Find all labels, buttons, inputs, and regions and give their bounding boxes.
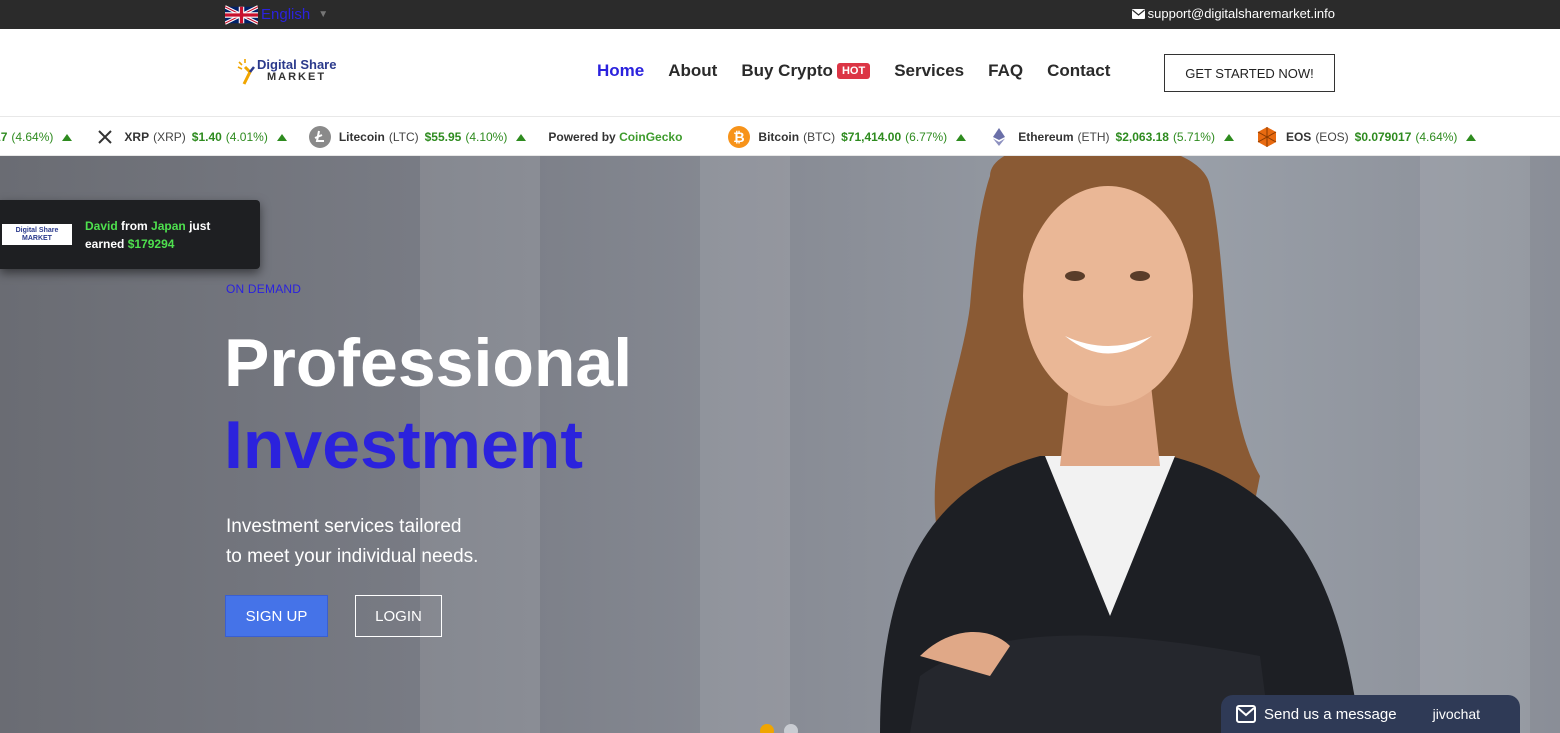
- ticker-item-ethereum[interactable]: Ethereum (ETH) $2,063.18 (5.71%): [988, 126, 1234, 148]
- toast-logo-line1: Digital Share: [15, 226, 59, 234]
- hot-badge: HOT: [836, 63, 871, 79]
- hero-person-image: [880, 156, 1360, 733]
- toast-country: Japan: [151, 219, 186, 233]
- envelope-icon: [1131, 8, 1145, 19]
- logo-text-bottom: MARKET: [267, 71, 327, 83]
- top-bar: English ▼ support@digitalsharemarket.inf…: [0, 0, 1560, 29]
- up-arrow-icon: [276, 133, 287, 141]
- earnings-notification: Digital Share MARKET David from Japan ju…: [0, 200, 260, 269]
- coin-symbol: (LTC): [388, 130, 419, 144]
- hero-title-line1: Professional: [224, 325, 633, 401]
- slider-dot[interactable]: [784, 724, 798, 733]
- hero-eyebrow: ON DEMAND: [226, 282, 302, 296]
- coin-price: $2,063.18: [1115, 130, 1169, 144]
- toast-name: David: [85, 219, 118, 233]
- coin-change: (4.10%): [465, 130, 508, 144]
- login-button[interactable]: LOGIN: [355, 595, 442, 637]
- background-window: [700, 156, 790, 733]
- ticker-powered-by[interactable]: Powered by CoinGecko: [548, 130, 706, 144]
- litecoin-icon: [308, 126, 331, 148]
- xrp-icon: [98, 130, 113, 144]
- ticker-item-eos[interactable]: EOS (EOS) $0.079017 (4.64%): [1256, 126, 1477, 148]
- coin-symbol: (EOS): [1315, 130, 1349, 144]
- coin-price: $71,414.00: [841, 130, 902, 144]
- hero-subtitle-line1: Investment services tailored: [226, 516, 462, 537]
- toast-message: David from Japan just earned $179294: [85, 217, 250, 253]
- up-arrow-icon: [1223, 133, 1234, 141]
- nav-about[interactable]: About: [668, 61, 717, 81]
- crypto-ticker: 79017 (4.64%) XRP (XRP) $1.40 (4.01%) Li…: [0, 116, 1560, 156]
- support-email-link[interactable]: support@digitalsharemarket.info: [1131, 6, 1335, 21]
- powered-by-text[interactable]: Powered by CoinGecko: [548, 130, 682, 144]
- nav-services[interactable]: Services: [894, 61, 964, 81]
- toast-amount: $179294: [127, 237, 175, 251]
- coin-name: Bitcoin: [758, 130, 800, 144]
- site-logo[interactable]: Digital Share MARKET: [236, 57, 336, 85]
- toast-logo: Digital Share MARKET: [2, 224, 72, 245]
- up-arrow-icon: [956, 133, 967, 141]
- ethereum-icon: [993, 128, 1006, 146]
- coin-name: XRP: [124, 130, 150, 144]
- chat-label[interactable]: Send us a message: [1264, 706, 1397, 723]
- slider-dot-active[interactable]: [760, 724, 774, 733]
- site-header: Digital Share MARKET Home About Buy Cryp…: [0, 29, 1560, 116]
- toast-earned: earned: [85, 237, 125, 251]
- ticker-track: 79017 (4.64%) XRP (XRP) $1.40 (4.01%) Li…: [0, 117, 1498, 155]
- toast-logo-line2: MARKET: [22, 234, 52, 242]
- logo-text-top: Digital Share: [257, 57, 337, 72]
- caret-down-icon[interactable]: ▼: [318, 9, 328, 20]
- get-started-button[interactable]: GET STARTED NOW!: [1164, 54, 1335, 92]
- hero-title-line2: Investment: [224, 407, 583, 483]
- nav-buy-crypto-label[interactable]: Buy Crypto: [741, 61, 833, 81]
- svg-text:₿: ₿: [734, 130, 745, 146]
- logo-mark-icon: [237, 59, 255, 85]
- hero-subtitle: Investment services tailored to meet you…: [226, 512, 478, 572]
- ticker-item-bitcoin[interactable]: ₿ Bitcoin (BTC) $71,414.00 (6.77%): [728, 126, 967, 148]
- nav-contact[interactable]: Contact: [1047, 61, 1110, 81]
- coin-symbol: (XRP): [153, 130, 186, 144]
- message-icon: [1236, 705, 1256, 723]
- language-label[interactable]: English: [261, 6, 310, 23]
- background-window: [1420, 156, 1530, 733]
- hero-subtitle-line2: to meet your individual needs.: [226, 546, 479, 567]
- up-arrow-icon: [1466, 133, 1477, 141]
- coin-change: (4.01%): [225, 130, 268, 144]
- coin-change: (6.77%): [905, 130, 948, 144]
- uk-flag-icon: [225, 4, 258, 25]
- nav-faq[interactable]: FAQ: [988, 61, 1023, 81]
- coin-name: Ethereum: [1018, 130, 1074, 144]
- coin-name: Litecoin: [338, 130, 385, 144]
- language-selector[interactable]: English ▼: [225, 2, 328, 27]
- eos-icon: [1257, 127, 1277, 147]
- up-arrow-icon: [62, 133, 73, 141]
- main-nav: Home About Buy Crypto HOT Services FAQ C…: [597, 61, 1134, 81]
- toast-from: from: [121, 219, 148, 233]
- coin-symbol: (ETH): [1077, 130, 1110, 144]
- sign-up-button[interactable]: SIGN UP: [225, 595, 328, 637]
- chat-widget[interactable]: Send us a message jivochat: [1221, 695, 1520, 733]
- toast-logo-text: Digital Share MARKET: [16, 227, 59, 243]
- coin-change: (4.64%): [1415, 130, 1458, 144]
- ticker-item-litecoin[interactable]: Litecoin (LTC) $55.95 (4.10%): [308, 126, 527, 148]
- toast-just: just: [189, 219, 211, 233]
- coin-price: $0.079017: [1354, 130, 1412, 144]
- slider-dots: [760, 724, 808, 733]
- powered-brand[interactable]: CoinGecko: [619, 130, 682, 144]
- support-email[interactable]: support@digitalsharemarket.info: [1148, 6, 1335, 21]
- coin-change: (5.71%): [1172, 130, 1215, 144]
- ticker-item-eos-partial[interactable]: 79017 (4.64%): [0, 130, 73, 144]
- bitcoin-icon: ₿: [728, 126, 751, 148]
- coin-name: EOS: [1285, 130, 1312, 144]
- coin-price: $55.95: [424, 130, 462, 144]
- coin-change: (4.64%): [11, 130, 54, 144]
- powered-prefix: Powered by: [548, 130, 616, 144]
- coin-price: $1.40: [191, 130, 222, 144]
- up-arrow-icon: [516, 133, 527, 141]
- nav-buy-crypto[interactable]: Buy Crypto HOT: [741, 61, 871, 81]
- ticker-item-xrp[interactable]: XRP (XRP) $1.40 (4.01%): [94, 126, 287, 148]
- nav-home[interactable]: Home: [597, 61, 644, 81]
- chat-brand: jivochat: [1432, 706, 1481, 722]
- coin-symbol: (BTC): [803, 130, 836, 144]
- coin-price: 79017: [0, 130, 8, 144]
